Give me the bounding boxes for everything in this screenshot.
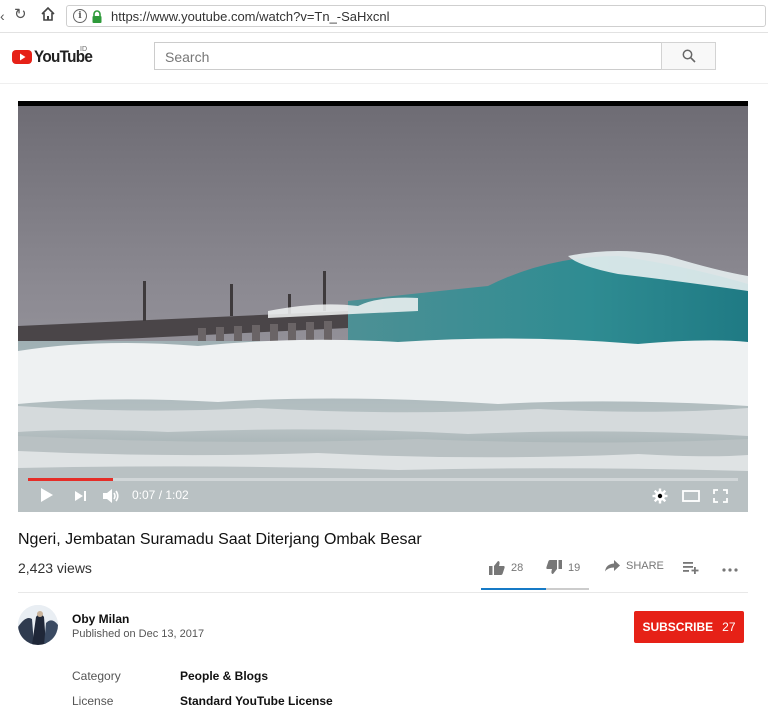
home-icon[interactable]: [40, 6, 56, 22]
dislike-count: 19: [568, 561, 581, 574]
search-placeholder: Search: [165, 49, 210, 65]
license-label: License: [72, 694, 114, 708]
url-text: https://www.youtube.com/watch?v=Tn_-SaHx…: [111, 9, 390, 24]
subscriber-count: 27: [722, 620, 736, 634]
add-to-playlist-icon[interactable]: [683, 562, 699, 574]
divider: [18, 592, 748, 593]
share-label: SHARE: [626, 560, 664, 572]
like-count: 28: [511, 561, 524, 574]
video-frame[interactable]: [18, 106, 748, 512]
theater-mode-icon[interactable]: [682, 490, 700, 502]
avatar[interactable]: [18, 605, 58, 645]
subscribe-label: SUBSCRIBE: [642, 620, 714, 634]
next-icon[interactable]: [74, 490, 88, 502]
info-icon[interactable]: i: [73, 9, 87, 23]
more-actions-icon[interactable]: [722, 568, 738, 572]
browser-toolbar: ‹ ↻ i https://www.youtube.com/watch?v=Tn…: [0, 0, 768, 33]
time-display: 0:07 / 1:02: [132, 488, 189, 502]
play-icon[interactable]: [40, 487, 54, 503]
youtube-play-logo-icon: [12, 50, 32, 64]
country-code: ID: [80, 46, 87, 53]
back-arrow-icon[interactable]: ‹: [0, 8, 8, 24]
publish-date: Published on Dec 13, 2017: [72, 628, 205, 640]
channel-name[interactable]: Oby Milan: [72, 612, 129, 626]
share-button[interactable]: SHARE: [605, 560, 664, 572]
reload-icon[interactable]: ↻: [14, 7, 27, 23]
volume-icon[interactable]: [102, 488, 120, 504]
video-player[interactable]: 0:07 / 1:02: [18, 101, 748, 512]
lock-icon: [92, 10, 102, 23]
share-arrow-icon: [605, 560, 620, 572]
category-value[interactable]: People & Blogs: [180, 669, 268, 683]
fullscreen-icon[interactable]: [713, 489, 728, 503]
search-input[interactable]: Search: [154, 42, 662, 70]
channel-avatar-image: [18, 605, 58, 645]
settings-gear-icon[interactable]: [652, 488, 668, 504]
search-button[interactable]: [661, 42, 716, 70]
license-value: Standard YouTube License: [180, 694, 333, 708]
view-count: 2,423 views: [18, 560, 92, 576]
progress-bar[interactable]: [28, 478, 738, 481]
address-bar[interactable]: i https://www.youtube.com/watch?v=Tn_-Sa…: [66, 5, 766, 27]
thumbs-up-icon: [489, 561, 505, 575]
progress-played: [28, 478, 114, 481]
subscribe-button[interactable]: SUBSCRIBE 27: [634, 611, 744, 643]
video-title: Ngeri, Jembatan Suramadu Saat Diterjang …: [18, 531, 422, 548]
like-dislike-bar: [481, 588, 589, 590]
dislike-button[interactable]: 19: [546, 560, 580, 575]
thumbs-down-icon: [546, 560, 562, 574]
like-ratio-fill: [481, 588, 546, 590]
category-label: Category: [72, 669, 121, 683]
search-icon: [682, 49, 696, 63]
like-button[interactable]: 28: [489, 560, 523, 575]
